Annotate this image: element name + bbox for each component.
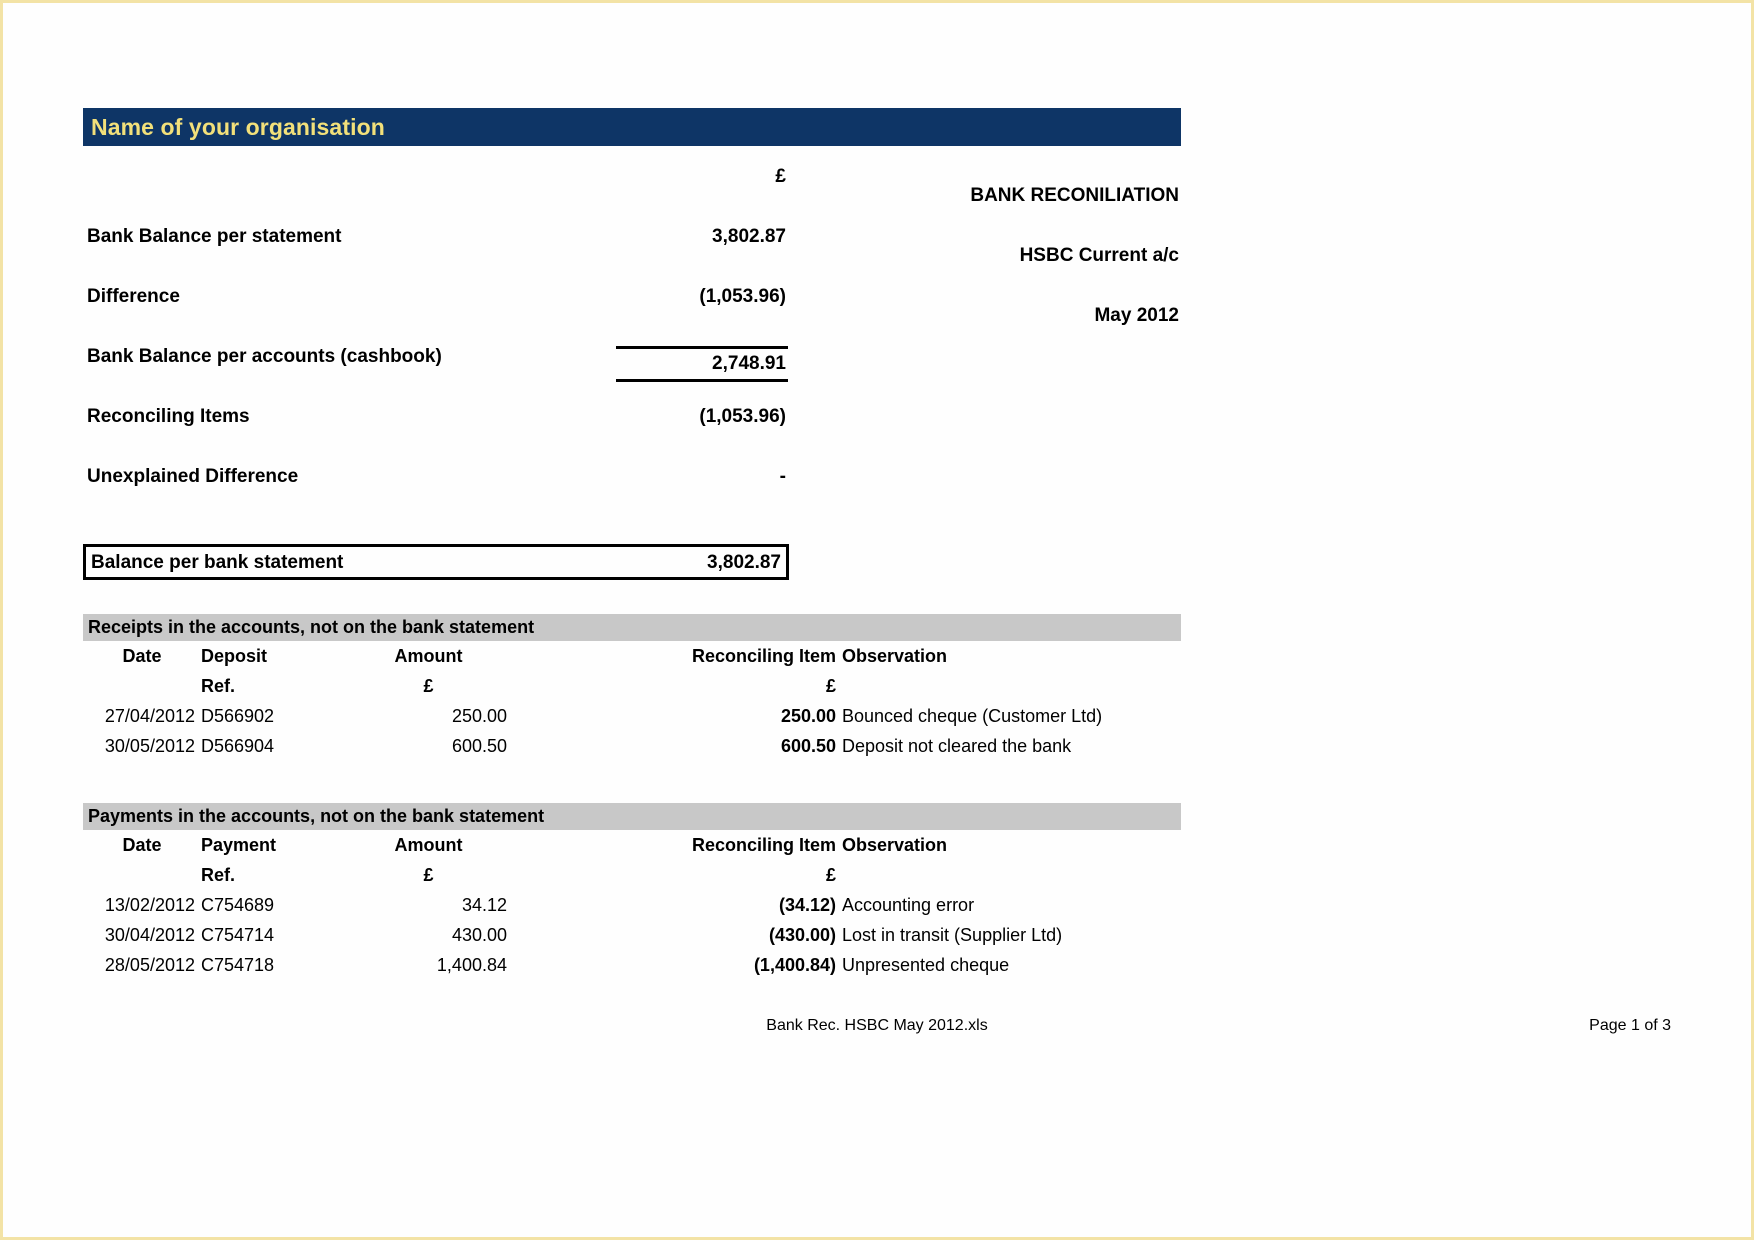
summary-row-reconciling-items: Reconciling Items (1,053.96): [83, 406, 1183, 466]
receipts-header-amount: Amount: [394, 645, 463, 666]
payments-header-spacer: [511, 830, 661, 860]
payments-header-ref: Payment: [201, 834, 277, 855]
boxed-balance-value: 3,802.87: [707, 552, 781, 573]
payment-observation: Lost in transit (Supplier Ltd): [842, 924, 1063, 945]
receipt-spacer: [511, 701, 661, 731]
summary-label: Bank Balance per accounts (cashbook): [87, 346, 442, 367]
receipts-table: Date Deposit Amount Reconciling Item Obs…: [83, 641, 1181, 761]
receipts-header-observation-sub: [842, 671, 1181, 701]
payment-reconciling-item: (1,400.84): [753, 954, 836, 975]
currency-header-row: £: [83, 166, 1183, 226]
receipts-header-row-2: Ref. £ £: [83, 671, 1181, 701]
payment-amount: 430.00: [451, 924, 507, 945]
payments-header-observation-sub: [842, 860, 1181, 890]
receipt-observation: Bounced cheque (Customer Ltd): [842, 705, 1103, 726]
receipt-date: 27/04/2012: [104, 705, 195, 726]
payments-header-amount: Amount: [394, 834, 463, 855]
footer-page-number: Page 1 of 3: [1589, 1017, 1671, 1034]
summary-block: BANK RECONILIATION HSBC Current a/c May …: [83, 166, 1183, 526]
summary-value: 2,748.91: [616, 346, 788, 382]
payments-header-reconciling-currency: £: [825, 864, 836, 885]
receipts-header-date-sub: [83, 671, 201, 701]
receipt-reconciling-item: 600.50: [780, 735, 836, 756]
receipts-header-spacer: [511, 641, 661, 671]
receipts-band: Receipts in the accounts, not on the ban…: [83, 614, 1181, 641]
boxed-balance-label: Balance per bank statement: [91, 552, 344, 573]
summary-value: (1,053.96): [699, 286, 786, 307]
summary-label: Reconciling Items: [87, 406, 250, 427]
payment-observation: Accounting error: [842, 894, 975, 915]
summary-label: Unexplained Difference: [87, 466, 299, 487]
payment-amount: 34.12: [461, 894, 507, 915]
summary-value: -: [779, 466, 786, 487]
payments-header-reconciling: Reconciling Item: [691, 834, 836, 855]
table-row: 28/05/2012 C754718 1,400.84 (1,400.84) U…: [83, 950, 1181, 980]
summary-row-bank-balance-statement: Bank Balance per statement 3,802.87: [83, 226, 1183, 286]
receipts-band-title: Receipts in the accounts, not on the ban…: [88, 617, 535, 637]
payments-section: Payments in the accounts, not on the ban…: [83, 803, 1183, 980]
payments-band: Payments in the accounts, not on the ban…: [83, 803, 1181, 830]
summary-row-unexplained-difference: Unexplained Difference -: [83, 466, 1183, 526]
table-row: 30/05/2012 D566904 600.50 600.50 Deposit…: [83, 731, 1181, 761]
receipts-header-ref-sub: Ref.: [201, 675, 236, 696]
payment-spacer: [511, 920, 661, 950]
summary-label: Bank Balance per statement: [87, 226, 342, 247]
payment-date: 30/04/2012: [104, 924, 195, 945]
organisation-name: Name of your organisation: [91, 113, 385, 140]
summary-value: 3,802.87: [712, 226, 786, 247]
receipt-amount: 250.00: [451, 705, 507, 726]
payment-observation: Unpresented cheque: [842, 954, 1010, 975]
payments-header-ref-sub: Ref.: [201, 864, 236, 885]
payment-ref: C754714: [201, 924, 275, 945]
payment-spacer: [511, 950, 661, 980]
payment-date: 13/02/2012: [104, 894, 195, 915]
receipts-header-reconciling-currency: £: [825, 675, 836, 696]
footer-file-name: Bank Rec. HSBC May 2012.xls: [766, 1017, 988, 1034]
receipt-amount: 600.50: [451, 735, 507, 756]
payments-band-title: Payments in the accounts, not on the ban…: [88, 806, 545, 826]
payments-table: Date Payment Amount Reconciling Item Obs…: [83, 830, 1181, 980]
summary-row-bank-balance-cashbook: Bank Balance per accounts (cashbook) 2,7…: [83, 346, 1183, 406]
receipt-reconciling-item: 250.00: [780, 705, 836, 726]
table-row: 13/02/2012 C754689 34.12 (34.12) Account…: [83, 890, 1181, 920]
payment-ref: C754718: [201, 954, 275, 975]
summary-label: Difference: [87, 286, 180, 307]
table-row: 30/04/2012 C754714 430.00 (430.00) Lost …: [83, 920, 1181, 950]
receipt-ref: D566904: [201, 735, 275, 756]
payments-header-date-sub: [83, 860, 201, 890]
summary-value: (1,053.96): [699, 406, 786, 427]
payments-header-row-2: Ref. £ £: [83, 860, 1181, 890]
payments-header-row-1: Date Payment Amount Reconciling Item Obs…: [83, 830, 1181, 860]
receipts-header-reconciling: Reconciling Item: [691, 645, 836, 666]
spreadsheet-content: Name of your organisation BANK RECONILIA…: [83, 108, 1183, 980]
payment-date: 28/05/2012: [104, 954, 195, 975]
payment-ref: C754689: [201, 894, 275, 915]
receipt-date: 30/05/2012: [104, 735, 195, 756]
summary-row-difference: Difference (1,053.96): [83, 286, 1183, 346]
payments-header-amount-currency: £: [423, 864, 434, 885]
payment-spacer: [511, 890, 661, 920]
payments-header-date: Date: [122, 834, 162, 855]
receipts-header-spacer-2: [511, 671, 661, 701]
document-page: Name of your organisation BANK RECONILIA…: [0, 0, 1754, 1240]
balance-per-bank-statement-box: Balance per bank statement 3,802.87: [83, 544, 789, 580]
receipts-header-amount-currency: £: [423, 675, 434, 696]
receipt-ref: D566902: [201, 705, 275, 726]
payments-header-spacer-2: [511, 860, 661, 890]
payments-header-observation: Observation: [842, 834, 948, 855]
receipt-observation: Deposit not cleared the bank: [842, 735, 1072, 756]
receipts-header-observation: Observation: [842, 645, 948, 666]
table-row: 27/04/2012 D566902 250.00 250.00 Bounced…: [83, 701, 1181, 731]
organisation-header-bar: Name of your organisation: [83, 108, 1181, 146]
receipts-header-ref: Deposit: [201, 645, 268, 666]
payment-reconciling-item: (430.00): [768, 924, 836, 945]
payment-reconciling-item: (34.12): [778, 894, 836, 915]
receipt-spacer: [511, 731, 661, 761]
payment-amount: 1,400.84: [436, 954, 507, 975]
receipts-header-row-1: Date Deposit Amount Reconciling Item Obs…: [83, 641, 1181, 671]
receipts-header-date: Date: [122, 645, 162, 666]
receipts-section: Receipts in the accounts, not on the ban…: [83, 614, 1183, 761]
currency-symbol-header: £: [775, 166, 786, 187]
